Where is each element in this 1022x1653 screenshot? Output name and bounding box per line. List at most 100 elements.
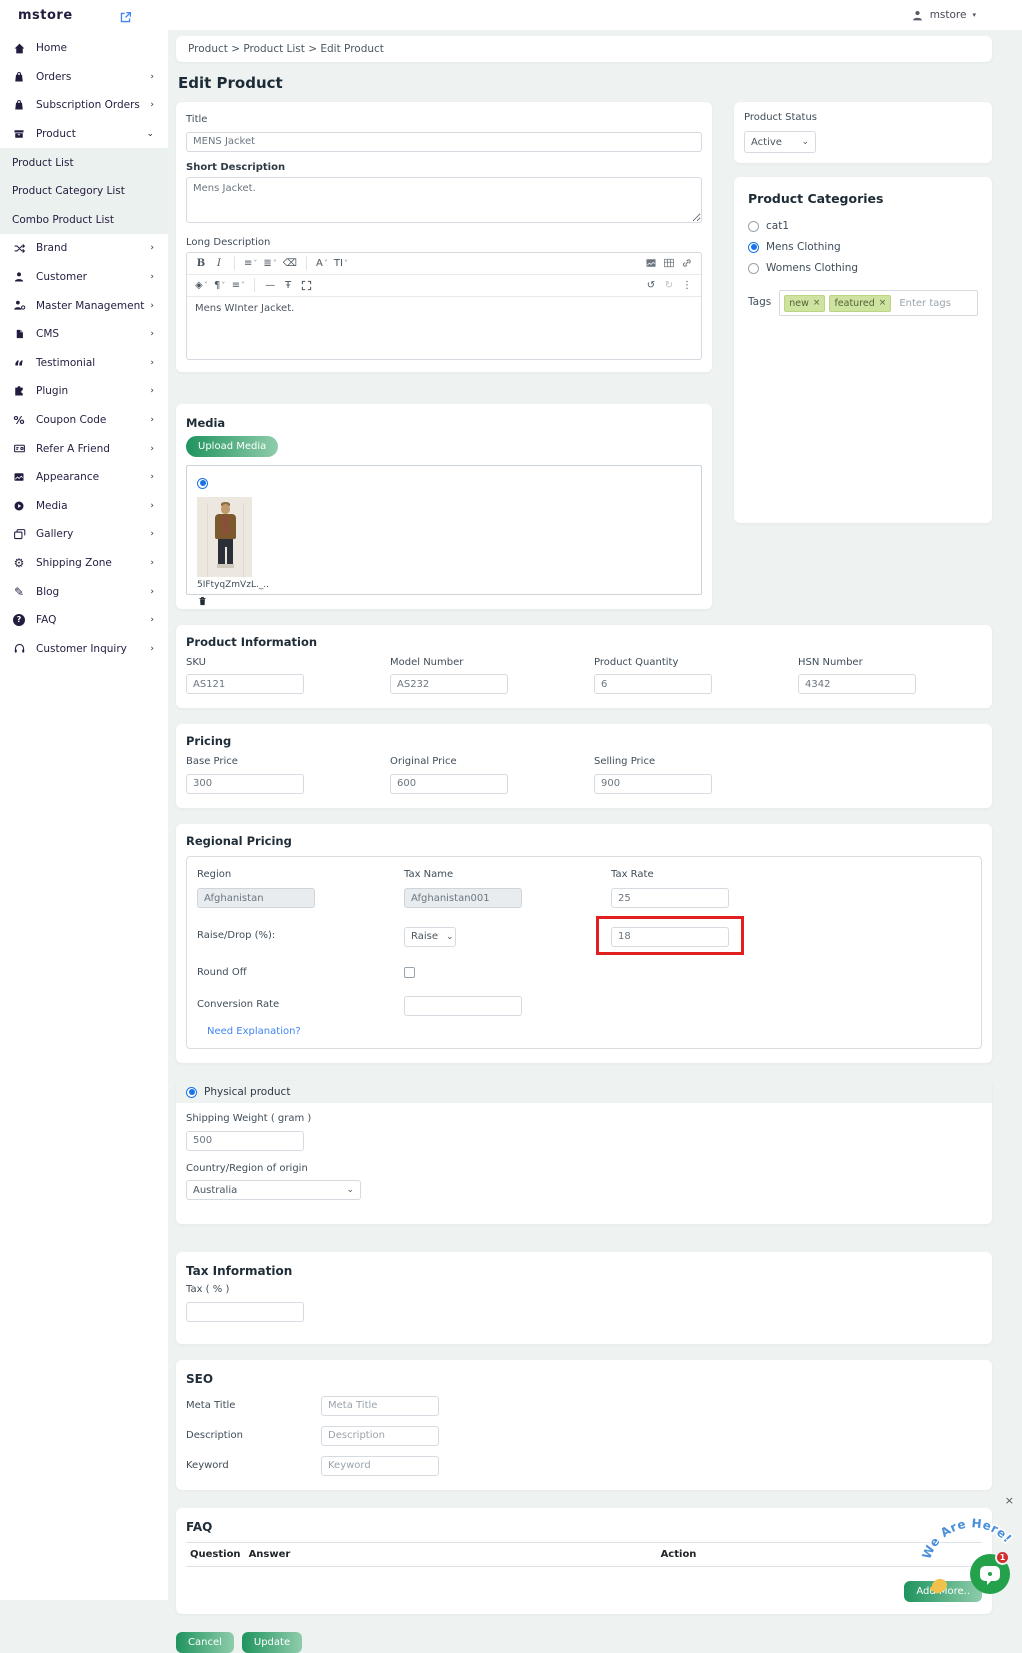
sidebar-item-product[interactable]: Product ⌄ bbox=[0, 120, 168, 149]
user-menu[interactable]: mstore ▾ bbox=[911, 9, 976, 22]
sidebar-item-media[interactable]: Media › bbox=[0, 492, 168, 521]
selling-price-input[interactable] bbox=[594, 774, 712, 794]
product-information-heading: Product Information bbox=[186, 635, 982, 649]
sidebar-item-orders[interactable]: Orders › bbox=[0, 63, 168, 92]
align-icon[interactable]: ≡˅ bbox=[230, 276, 247, 294]
sidebar-item-shipping-zone[interactable]: ⚙ Shipping Zone › bbox=[0, 549, 168, 578]
chat-bubble-button[interactable]: 1 bbox=[970, 1554, 1010, 1594]
faq-col-question: Question bbox=[186, 1542, 245, 1566]
italic-icon[interactable]: I bbox=[211, 254, 227, 272]
need-explanation-link[interactable]: Need Explanation? bbox=[207, 1026, 301, 1037]
more-options-icon[interactable]: ⋮ bbox=[679, 276, 695, 294]
eraser-icon[interactable]: ⌫ bbox=[281, 254, 299, 272]
main-content: Product > Product List > Edit Product Ed… bbox=[168, 30, 1022, 1600]
sidebar-item-appearance[interactable]: Appearance › bbox=[0, 463, 168, 492]
undo-icon[interactable]: ↺ bbox=[643, 276, 659, 294]
round-off-checkbox[interactable] bbox=[404, 967, 415, 978]
tax-rate-input[interactable] bbox=[611, 888, 729, 908]
conversion-rate-input[interactable] bbox=[404, 996, 522, 1016]
tax-name-label: Tax Name bbox=[404, 869, 611, 880]
bullet-list-icon[interactable]: ≡˅ bbox=[242, 254, 259, 272]
chevron-right-icon: › bbox=[150, 272, 154, 282]
app-logo: mstore bbox=[18, 8, 73, 23]
tax-name-input bbox=[404, 888, 522, 908]
tax-percent-input[interactable] bbox=[186, 1302, 304, 1322]
keyword-input[interactable] bbox=[321, 1456, 439, 1476]
top-header: mstore mstore ▾ bbox=[0, 0, 1022, 30]
sidebar-item-home[interactable]: Home bbox=[0, 34, 168, 63]
short-description-textarea[interactable]: Mens Jacket. bbox=[186, 177, 702, 223]
sidebar-item-testimonial[interactable]: “ Testimonial › bbox=[0, 349, 168, 378]
cancel-button[interactable]: Cancel bbox=[176, 1632, 234, 1653]
sidebar-item-product-category-list[interactable]: Product Category List bbox=[0, 177, 168, 206]
category-option-mens-clothing[interactable]: Mens Clothing bbox=[748, 241, 978, 253]
physical-product-radio-row[interactable]: Physical product bbox=[176, 1081, 992, 1103]
sku-input[interactable] bbox=[186, 674, 304, 694]
description-input[interactable] bbox=[321, 1426, 439, 1446]
title-input[interactable] bbox=[186, 132, 702, 152]
fullscreen-icon[interactable] bbox=[298, 276, 314, 294]
tags-row: Tags new × featured × Enter tags bbox=[748, 290, 978, 316]
insert-table-icon[interactable] bbox=[661, 254, 677, 272]
breadcrumb[interactable]: Product > Product List > Edit Product bbox=[176, 36, 992, 62]
sidebar-item-combo-product-list[interactable]: Combo Product List bbox=[0, 206, 168, 235]
gear-icon: ⚙ bbox=[12, 556, 26, 570]
sidebar-item-coupon-code[interactable]: % Coupon Code › bbox=[0, 406, 168, 435]
remove-tag-icon[interactable]: × bbox=[879, 298, 887, 308]
paint-drop-icon[interactable]: ◈˅ bbox=[193, 276, 210, 294]
external-link-icon[interactable] bbox=[119, 9, 132, 22]
sidebar-item-faq[interactable]: ? FAQ › bbox=[0, 606, 168, 635]
shipping-weight-input[interactable] bbox=[186, 1131, 304, 1151]
origin-select[interactable]: Australia ⌄ bbox=[186, 1180, 361, 1200]
sidebar-item-master-management[interactable]: Master Management › bbox=[0, 291, 168, 320]
redo-icon[interactable]: ↻ bbox=[661, 276, 677, 294]
raise-drop-percent-input[interactable] bbox=[611, 927, 729, 947]
category-option-cat1[interactable]: cat1 bbox=[748, 220, 978, 232]
sidebar-item-subscription-orders[interactable]: Subscription Orders › bbox=[0, 91, 168, 120]
media-select-radio[interactable] bbox=[197, 478, 208, 489]
delete-media-icon[interactable] bbox=[197, 592, 208, 611]
line-height-icon[interactable]: Ŧ bbox=[280, 276, 296, 294]
paragraph-icon[interactable]: ¶˅ bbox=[212, 276, 228, 294]
sidebar-item-product-list[interactable]: Product List bbox=[0, 148, 168, 177]
product-categories-card: Product Categories cat1 Mens Clothing Wo… bbox=[734, 177, 992, 523]
editor-toolbar-row1: B I ≡˅ ≣˅ ⌫ A˅ TI˅ bbox=[187, 253, 701, 275]
update-button[interactable]: Update bbox=[242, 1632, 302, 1653]
product-quantity-input[interactable] bbox=[594, 674, 712, 694]
remove-tag-icon[interactable]: × bbox=[813, 298, 821, 308]
model-number-input[interactable] bbox=[390, 674, 508, 694]
home-icon bbox=[12, 41, 26, 55]
insert-image-icon[interactable] bbox=[643, 254, 659, 272]
ordered-list-icon[interactable]: ≣˅ bbox=[261, 254, 278, 272]
sidebar-item-customer[interactable]: Customer › bbox=[0, 263, 168, 292]
tags-input-box[interactable]: new × featured × Enter tags bbox=[779, 290, 978, 316]
category-option-womens-clothing[interactable]: Womens Clothing bbox=[748, 262, 978, 274]
percent-icon: % bbox=[12, 413, 26, 427]
chevron-right-icon: › bbox=[150, 386, 154, 396]
hsn-number-input[interactable] bbox=[798, 674, 916, 694]
meta-title-input[interactable] bbox=[321, 1396, 439, 1416]
base-price-input[interactable] bbox=[186, 774, 304, 794]
horizontal-rule-icon[interactable]: — bbox=[262, 276, 278, 294]
sidebar-item-brand[interactable]: Brand › bbox=[0, 234, 168, 263]
product-status-select[interactable]: Active ⌄ bbox=[744, 131, 816, 153]
sidebar-item-refer-a-friend[interactable]: Refer A Friend › bbox=[0, 434, 168, 463]
sidebar-item-blog[interactable]: ✎ Blog › bbox=[0, 577, 168, 606]
sidebar-item-cms[interactable]: CMS › bbox=[0, 320, 168, 349]
bold-icon[interactable]: B bbox=[193, 254, 209, 272]
sidebar-item-gallery[interactable]: Gallery › bbox=[0, 520, 168, 549]
chevron-right-icon: › bbox=[150, 558, 154, 568]
product-image-thumbnail[interactable] bbox=[197, 497, 252, 577]
original-price-input[interactable] bbox=[390, 774, 508, 794]
product-status-label: Product Status bbox=[744, 112, 982, 123]
upload-media-button[interactable]: Upload Media bbox=[186, 436, 278, 457]
raise-drop-select[interactable]: Raise ⌄ bbox=[404, 927, 456, 947]
sidebar-item-plugin[interactable]: Plugin › bbox=[0, 377, 168, 406]
sidebar-item-customer-inquiry[interactable]: Customer Inquiry › bbox=[0, 634, 168, 663]
text-style-icon[interactable]: TI˅ bbox=[332, 254, 350, 272]
long-description-editor-body[interactable]: Mens WInter Jacket. bbox=[187, 297, 701, 359]
bag-icon bbox=[12, 70, 26, 84]
insert-link-icon[interactable] bbox=[679, 254, 695, 272]
waving-hand-icon bbox=[930, 1576, 949, 1594]
font-color-icon[interactable]: A˅ bbox=[314, 254, 330, 272]
